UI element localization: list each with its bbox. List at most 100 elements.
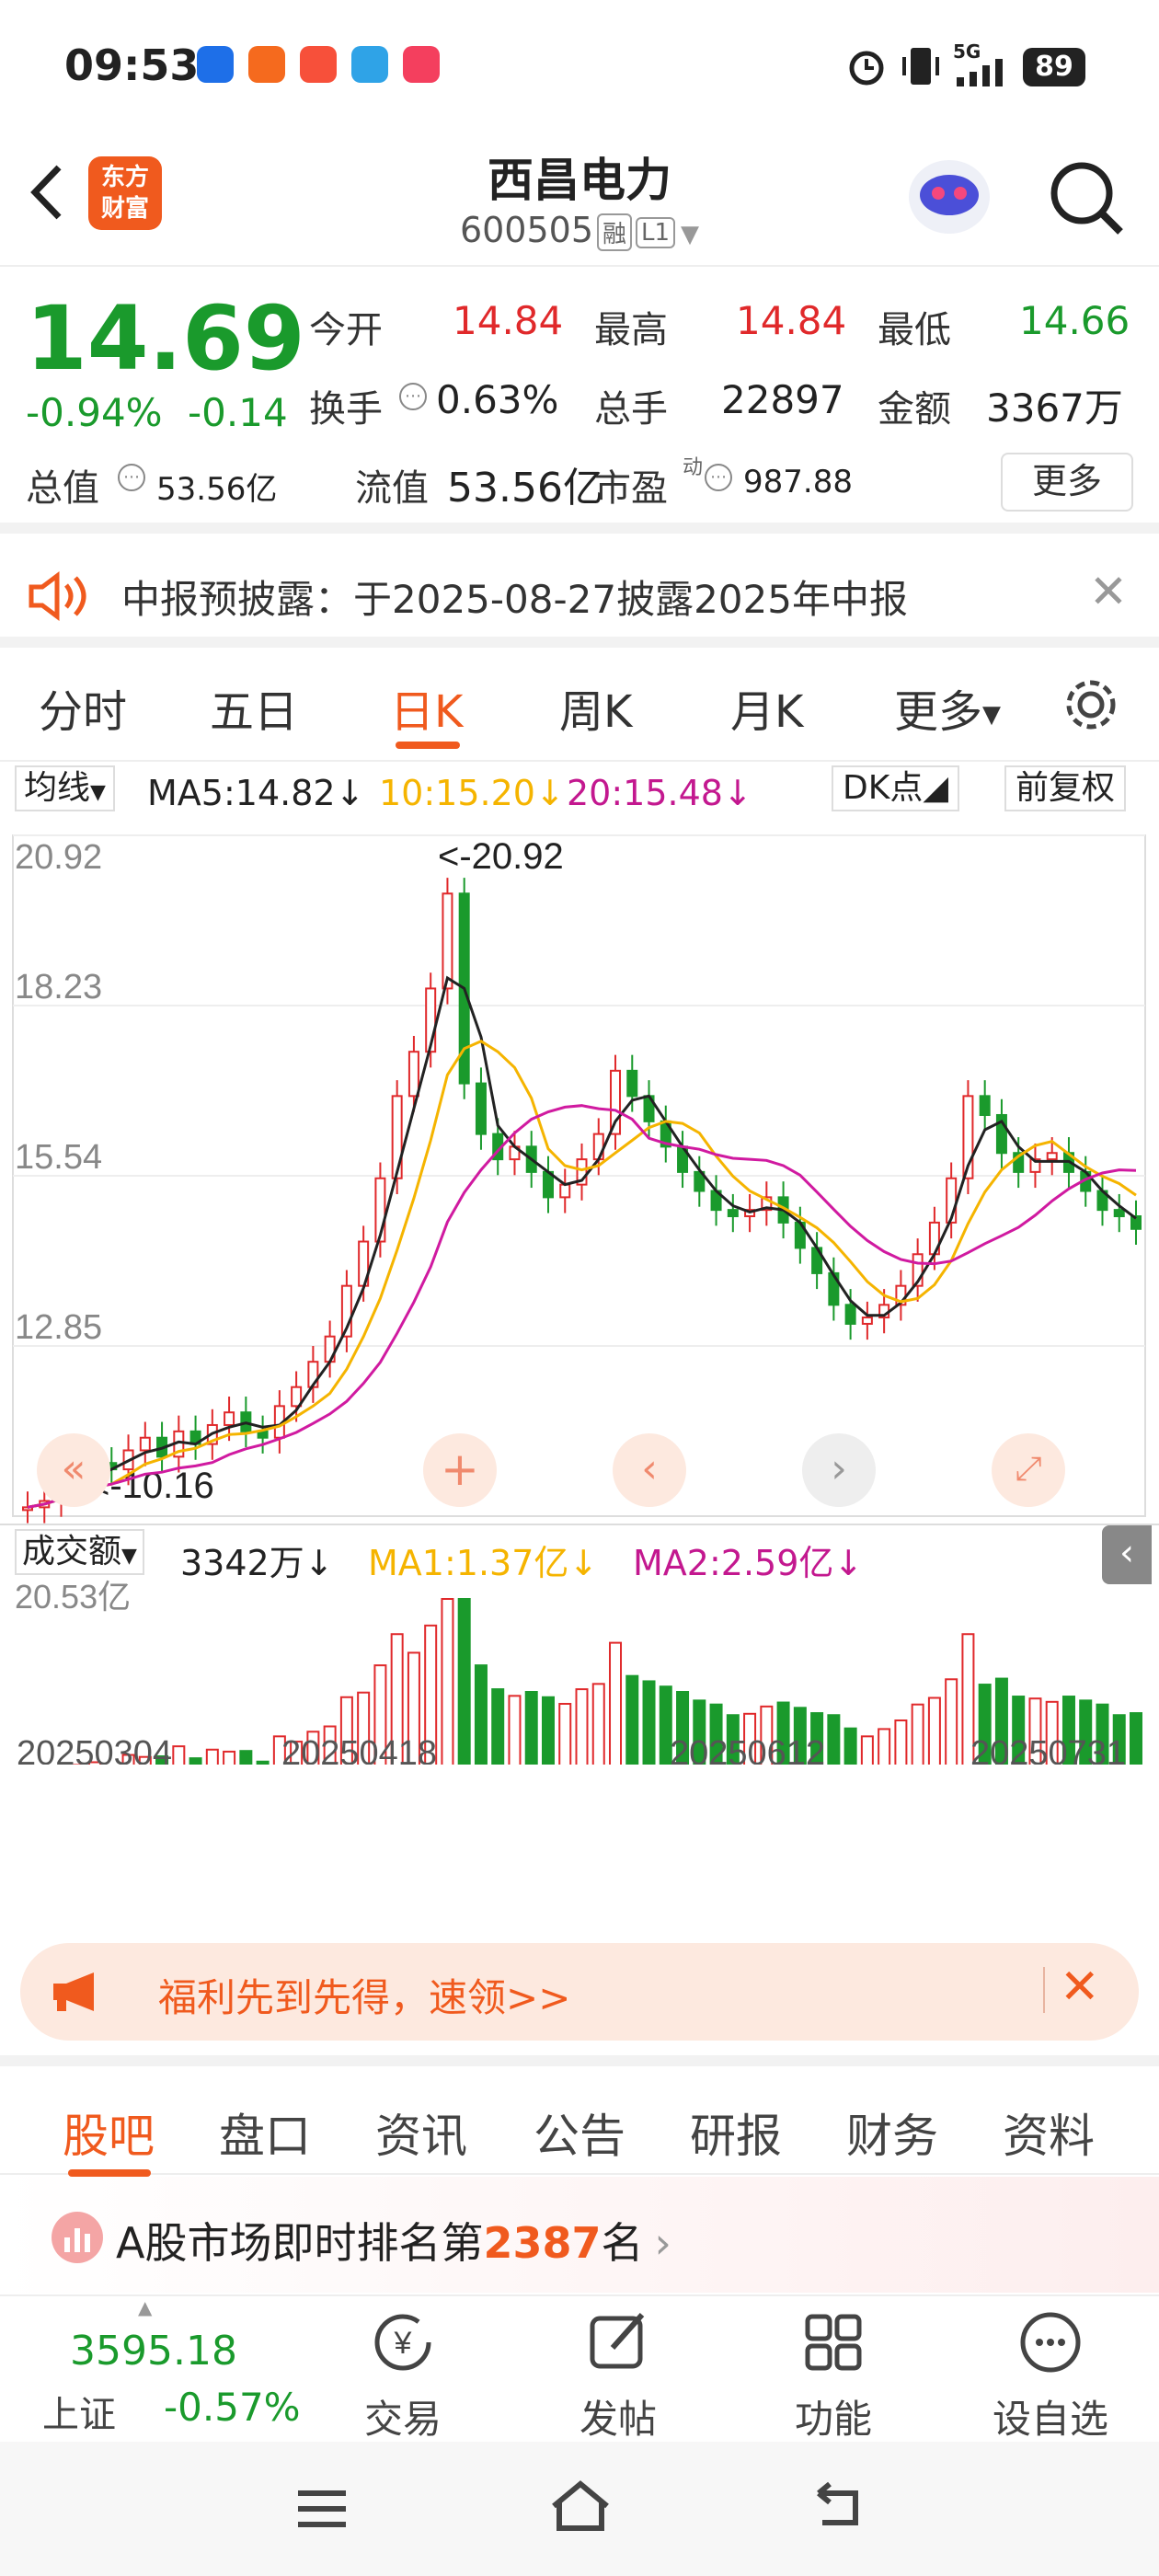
search-icon[interactable] — [1045, 156, 1128, 239]
pe-dynamic-mark: 动 — [683, 456, 704, 479]
collapse-panel-button[interactable]: ‹ — [1102, 1525, 1152, 1584]
info-icon[interactable]: ⋯ — [118, 464, 145, 491]
volume-amount: 3342万 — [180, 1543, 304, 1583]
volume-bar — [591, 1683, 605, 1765]
y-tick-label: 15.54 — [15, 1138, 102, 1177]
index-name[interactable]: 上证 — [42, 2385, 116, 2438]
zoom-in-button[interactable]: + — [423, 1433, 497, 1507]
tab-guba[interactable]: 股吧 — [63, 2099, 155, 2166]
turnover-value: 0.63% — [436, 377, 559, 422]
trade-button[interactable]: ¥ 交易 — [329, 2306, 476, 2444]
candle-body — [391, 1095, 403, 1179]
clock: 09:53 — [64, 40, 200, 90]
ma5-line — [27, 975, 1137, 1509]
tab-finance[interactable]: 财务 — [846, 2099, 938, 2166]
vol-ma1: MA1:1.37亿↓ — [368, 1543, 599, 1583]
settings-gear-icon[interactable] — [1060, 673, 1122, 736]
robot-assistant-icon[interactable] — [903, 153, 995, 241]
low-label: 最低 — [878, 309, 951, 351]
change-percent: -0.94% — [26, 390, 163, 435]
rewind-button[interactable]: « — [37, 1433, 110, 1507]
candle-body — [727, 1209, 739, 1218]
status-bar: 09:53 5G 89 — [0, 0, 1159, 138]
more-button[interactable]: 更多 — [1001, 453, 1133, 512]
volume-selector[interactable]: 成交额▼ — [15, 1529, 144, 1575]
prev-button[interactable]: ‹ — [613, 1433, 686, 1507]
float-cap-value: 53.56亿 — [447, 465, 603, 512]
speaker-icon — [29, 571, 86, 621]
volume-max-label: 20.53亿 — [15, 1578, 131, 1616]
next-button[interactable]: › — [802, 1433, 876, 1507]
tab-day-k[interactable]: 日K — [390, 675, 463, 740]
volume-bar — [223, 1750, 236, 1765]
edit-icon — [590, 2313, 645, 2369]
candle-body — [407, 1051, 419, 1098]
low-value: 14.66 — [1019, 298, 1130, 343]
trade-label: 交易 — [363, 2397, 442, 2442]
ma-selector-label: 均线 — [24, 769, 91, 807]
function-label: 功能 — [794, 2397, 872, 2442]
ma5-label: MA5:14.82↓ — [147, 773, 365, 813]
quote-panel: 14.69 -0.94% -0.14 今开 14.84 最高 14.84 最低 … — [0, 267, 1159, 534]
function-button[interactable]: 功能 — [760, 2306, 907, 2444]
info-tabs: 股吧 盘口 资讯 公告 研报 财务 资料 — [0, 2055, 1159, 2177]
tab-pankou[interactable]: 盘口 — [219, 2099, 311, 2166]
candle-body — [257, 1430, 269, 1439]
adjust-button[interactable]: 前复权 — [1004, 765, 1127, 811]
fullscreen-button[interactable]: ⤢ — [992, 1433, 1065, 1507]
menu-icon[interactable] — [294, 2486, 350, 2532]
x-tick-label: 20250612 — [670, 1734, 825, 1765]
last-price: 14.69 — [26, 287, 305, 390]
promo-banner[interactable]: 福利先到先得，速领>> ✕ — [20, 1943, 1139, 2041]
volume-bar — [860, 1735, 874, 1765]
rank-chart-icon — [52, 2212, 103, 2263]
ma-selector[interactable]: 均线▼ — [15, 765, 115, 811]
notice-bar[interactable]: 中报预披露：于2025-08-27披露2025年中报 ✕ — [0, 546, 1159, 648]
tab-research[interactable]: 研报 — [690, 2099, 782, 2166]
volume-bar — [878, 1728, 891, 1765]
chevron-right-icon: › — [654, 2218, 671, 2268]
close-icon[interactable]: ✕ — [1089, 565, 1128, 618]
tab-news[interactable]: 资讯 — [375, 2099, 467, 2166]
tab-profile[interactable]: 资料 — [1003, 2099, 1095, 2166]
kline-chart[interactable]: 均线▼ MA5:14.82↓ 10:15.20↓ 20:15.48↓ DK点◢ … — [0, 762, 1159, 1921]
tab-five-day[interactable]: 五日 — [210, 675, 298, 740]
x-tick-label: 20250304 — [17, 1734, 172, 1765]
volume-bar — [457, 1598, 471, 1765]
tab-month-k[interactable]: 月K — [730, 675, 803, 740]
tab-more[interactable]: 更多▼ — [894, 675, 1001, 740]
volume-bar — [894, 1719, 908, 1765]
tab-week-k[interactable]: 周K — [559, 675, 632, 740]
volume-bar — [827, 1714, 841, 1765]
info-icon[interactable]: ⋯ — [399, 383, 427, 410]
back-nav-icon[interactable] — [809, 2480, 865, 2532]
rank-bar[interactable]: A股市场即时排名第2387名 › — [0, 2177, 1159, 2293]
change-value: -0.14 — [188, 390, 288, 435]
tab-minute[interactable]: 分时 — [39, 675, 127, 740]
stock-code: 600505 — [459, 210, 593, 250]
post-button[interactable]: 发帖 — [545, 2306, 692, 2444]
vol-ma1-value: MA1:1.37亿 — [368, 1543, 569, 1583]
candle-body — [224, 1411, 235, 1426]
index-change[interactable]: -0.57% — [164, 2385, 301, 2430]
info-icon[interactable]: ⋯ — [705, 464, 732, 491]
open-label: 今开 — [309, 309, 383, 351]
pe-value: 987.88 — [743, 464, 853, 500]
caret-up-icon: ▲ — [138, 2296, 153, 2318]
ma10-label: 10:15.20↓ — [379, 773, 565, 813]
dk-point-button[interactable]: DK点◢ — [832, 765, 960, 811]
system-nav-bar — [0, 2442, 1159, 2576]
rank-number: 2387 — [483, 2218, 602, 2268]
add-watchlist-button[interactable]: 设自选 — [977, 2306, 1124, 2444]
kline-svg[interactable]: 20.9218.2315.5412.85<-20.92<-10.1620.53亿… — [0, 817, 1159, 1765]
dropdown-icon: ▼ — [121, 1545, 137, 1568]
vol-ma2-value: MA2:2.59亿 — [633, 1543, 834, 1583]
post-label: 发帖 — [579, 2397, 657, 2442]
ma20-label: 20:15.48↓ — [567, 773, 752, 813]
index-value[interactable]: 3595.18 — [70, 2328, 237, 2375]
promo-text: 福利先到先得，速领>> — [158, 1975, 571, 2020]
close-icon[interactable]: ✕ — [1060, 1960, 1100, 2015]
home-icon[interactable] — [548, 2478, 613, 2534]
volume-bar — [189, 1757, 202, 1765]
tab-announcements[interactable]: 公告 — [534, 2099, 625, 2166]
